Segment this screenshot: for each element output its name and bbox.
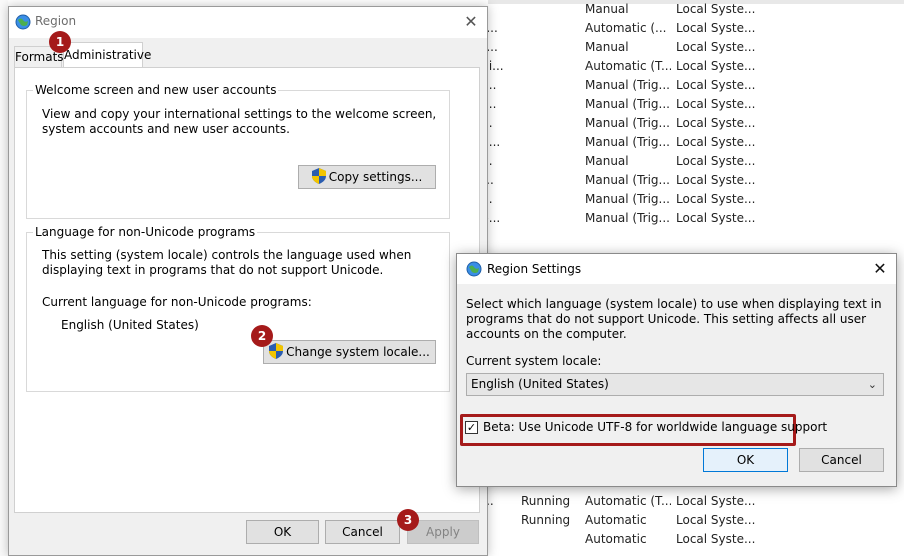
service-startup: Manual (Trig... bbox=[585, 97, 670, 111]
welcome-group-title: Welcome screen and new user accounts bbox=[33, 83, 279, 97]
change-system-locale-label: Change system locale... bbox=[286, 345, 430, 359]
service-startup: Manual (Trig... bbox=[585, 116, 670, 130]
service-startup: Automatic (... bbox=[585, 21, 667, 35]
settings-ok-button[interactable]: OK bbox=[703, 448, 788, 472]
step-3-badge: 3 bbox=[397, 509, 419, 531]
current-language-label: Current language for non-Unicode program… bbox=[42, 295, 312, 309]
settings-cancel-button[interactable]: Cancel bbox=[799, 448, 884, 472]
step-1-badge: 1 bbox=[49, 31, 71, 53]
uac-shield-icon bbox=[311, 168, 326, 184]
service-startup: Manual (Trig... bbox=[585, 211, 670, 225]
service-logon: Local Syste... bbox=[676, 513, 756, 527]
service-logon: Local Syste... bbox=[676, 40, 756, 54]
globe-icon bbox=[15, 14, 31, 30]
service-logon: Local Syste... bbox=[676, 59, 756, 73]
service-logon: Local Syste... bbox=[676, 154, 756, 168]
welcome-group-text: View and copy your international setting… bbox=[42, 107, 437, 136]
region-settings-dialog: Region Settings ✕ Select which language … bbox=[456, 253, 897, 487]
service-startup: Manual (Trig... bbox=[585, 192, 670, 206]
service-logon: Local Syste... bbox=[676, 116, 756, 130]
region-dialog: Region ✕ Formats Administrative Welcome … bbox=[8, 6, 488, 556]
step-2-badge: 2 bbox=[251, 325, 273, 347]
copy-settings-button[interactable]: Copy settings... bbox=[298, 165, 436, 189]
unicode-group: Language for non-Unicode programs This s… bbox=[26, 225, 450, 392]
service-logon: Local Syste... bbox=[676, 21, 756, 35]
service-startup: Manual (Trig... bbox=[585, 78, 670, 92]
close-icon[interactable]: ✕ bbox=[864, 254, 896, 285]
close-icon[interactable]: ✕ bbox=[455, 7, 487, 38]
service-logon: Local Syste... bbox=[676, 97, 756, 111]
service-startup: Automatic (T... bbox=[585, 494, 671, 508]
service-startup: Manual bbox=[585, 154, 629, 168]
utf8-checkbox[interactable]: ✓ bbox=[465, 421, 478, 434]
service-startup: Manual (Trig... bbox=[585, 173, 670, 187]
service-status: Running bbox=[521, 513, 571, 527]
service-logon: Local Syste... bbox=[676, 494, 756, 508]
region-cancel-button[interactable]: Cancel bbox=[325, 520, 400, 544]
region-ok-button[interactable]: OK bbox=[246, 520, 319, 544]
region-tabs: Formats Administrative bbox=[9, 38, 487, 68]
service-startup: Manual bbox=[585, 40, 629, 54]
service-startup: Manual (Trig... bbox=[585, 135, 670, 149]
settings-titlebar: Region Settings ✕ bbox=[457, 254, 896, 284]
service-startup: Automatic bbox=[585, 513, 647, 527]
service-status: Running bbox=[521, 494, 571, 508]
chevron-down-icon: ⌄ bbox=[867, 378, 877, 391]
welcome-group: Welcome screen and new user accounts Vie… bbox=[26, 83, 450, 219]
globe-icon bbox=[466, 261, 482, 277]
service-logon: Local Syste... bbox=[676, 211, 756, 225]
region-titlebar: Region ✕ bbox=[9, 7, 487, 38]
service-logon: Local Syste... bbox=[676, 192, 756, 206]
service-startup: Automatic bbox=[585, 532, 647, 546]
service-logon: Local Syste... bbox=[676, 532, 756, 546]
current-language-value: English (United States) bbox=[61, 318, 199, 332]
service-logon: Local Syste... bbox=[676, 135, 756, 149]
tab-administrative[interactable]: Administrative bbox=[63, 42, 151, 68]
unicode-group-text: This setting (system locale) controls th… bbox=[42, 248, 412, 277]
service-logon: Local Syste... bbox=[676, 78, 756, 92]
service-startup: Manual bbox=[585, 2, 629, 16]
unicode-group-title: Language for non-Unicode programs bbox=[33, 225, 258, 239]
system-locale-select[interactable]: English (United States) ⌄ bbox=[466, 373, 884, 396]
region-title: Region bbox=[35, 14, 77, 28]
service-logon: Local Syste... bbox=[676, 2, 756, 16]
settings-description: Select which language (system locale) to… bbox=[466, 297, 882, 341]
change-system-locale-button[interactable]: Change system locale... bbox=[263, 340, 436, 364]
settings-title: Region Settings bbox=[487, 262, 582, 276]
copy-settings-label: Copy settings... bbox=[328, 170, 423, 184]
system-locale-label: Current system locale: bbox=[466, 354, 602, 368]
service-logon: Local Syste... bbox=[676, 173, 756, 187]
uac-shield-icon bbox=[269, 343, 284, 359]
utf8-checkbox-label[interactable]: Beta: Use Unicode UTF-8 for worldwide la… bbox=[483, 420, 827, 434]
system-locale-value: English (United States) bbox=[471, 377, 609, 391]
service-startup: Automatic (T... bbox=[585, 59, 671, 73]
administrative-panel: Welcome screen and new user accounts Vie… bbox=[14, 67, 480, 513]
